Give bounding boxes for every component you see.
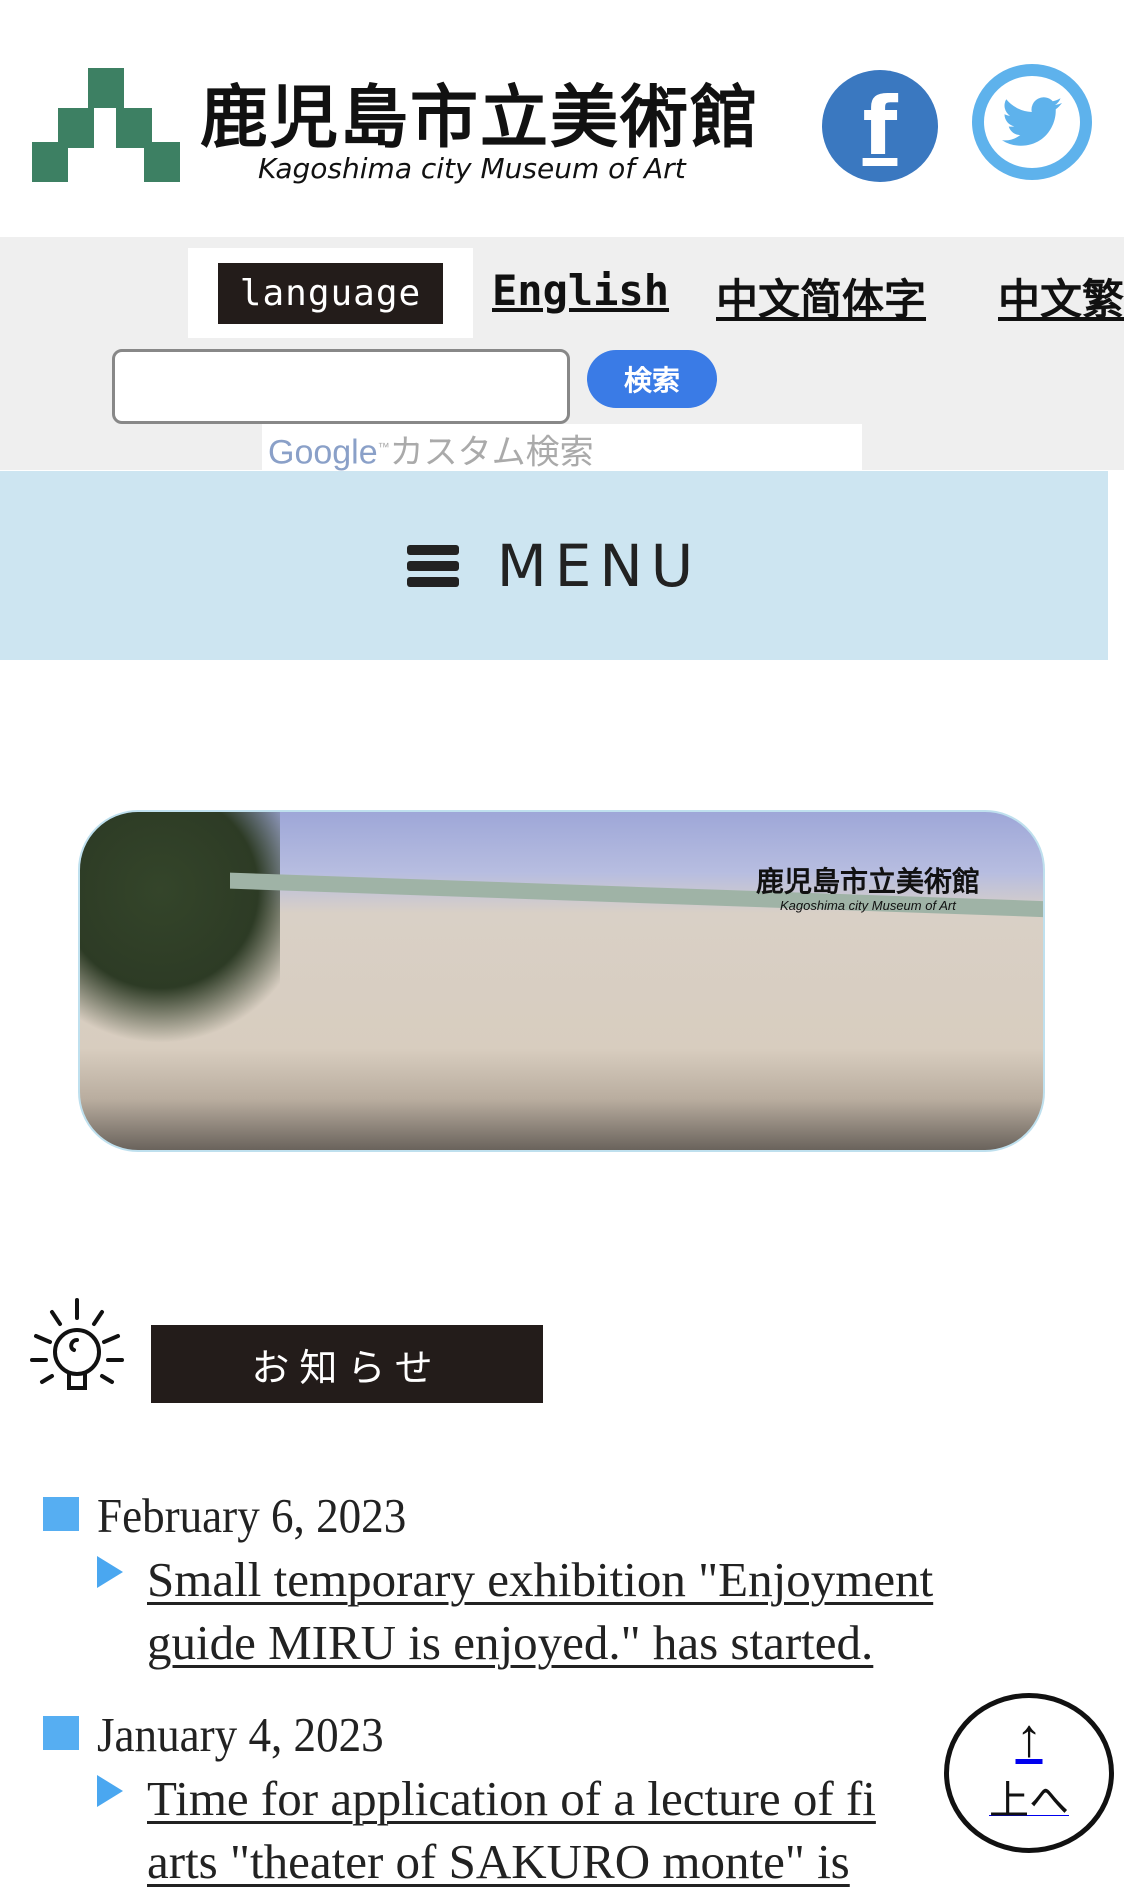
facebook-icon[interactable]: f xyxy=(822,70,938,182)
banner-subtitle: Kagoshima city Museum of Art xyxy=(780,898,956,913)
back-to-top-label: 上へ xyxy=(989,1779,1069,1823)
twitter-icon[interactable] xyxy=(972,64,1092,180)
notice-date: February 6, 2023 xyxy=(97,1488,407,1543)
museum-banner-image: 鹿児島市立美術館 Kagoshima city Museum of Art xyxy=(78,810,1045,1152)
search-input[interactable] xyxy=(112,349,570,424)
notices-heading: お知らせ xyxy=(151,1325,543,1403)
square-bullet-icon xyxy=(43,1716,79,1750)
search-button[interactable]: 検索 xyxy=(587,350,717,408)
twitter-bird-icon xyxy=(1002,97,1062,146)
menu-button[interactable]: MENU xyxy=(0,471,1108,660)
arrow-up-icon: ↑ xyxy=(1015,1708,1043,1768)
notice-link-line: arts "theater of SAKURO monte" is xyxy=(147,1834,850,1887)
menu-label: MENU xyxy=(496,531,702,600)
back-to-top-button[interactable]: ↑ 上へ xyxy=(944,1693,1114,1853)
notice-link-line: guide MIRU is enjoyed." has started. xyxy=(147,1615,874,1670)
language-traditional-chinese[interactable]: 中文繁 xyxy=(998,266,1124,327)
notice-link-line: Small temporary exhibition "Enjoyment xyxy=(147,1552,934,1607)
language-simplified-chinese[interactable]: 中文简体字 xyxy=(716,266,926,327)
facebook-glyph: f xyxy=(862,79,898,173)
notice-date: January 4, 2023 xyxy=(97,1707,384,1762)
triangle-bullet-icon xyxy=(97,1556,123,1588)
language-english[interactable]: English xyxy=(492,266,669,315)
site-header: 鹿児島市立美術館 Kagoshima city Museum of Art f xyxy=(0,0,1124,237)
notice-link[interactable]: Small temporary exhibition "Enjoyment gui… xyxy=(147,1548,1047,1674)
banner-title: 鹿児島市立美術館 xyxy=(756,866,981,897)
notice-link-line: Time for application of a lecture of fi xyxy=(147,1771,876,1826)
lightbulb-icon xyxy=(30,1298,124,1390)
site-title: 鹿児島市立美術館 xyxy=(200,79,761,158)
hamburger-icon xyxy=(406,544,459,587)
google-logo: Google xyxy=(268,433,378,472)
custom-search-text: カスタム検索 xyxy=(389,433,594,472)
square-bullet-icon xyxy=(43,1497,79,1531)
triangle-bullet-icon xyxy=(97,1775,123,1807)
site-subtitle: Kagoshima city Museum of Art xyxy=(258,152,686,185)
notice-link[interactable]: Time for application of a lecture of fi a… xyxy=(147,1767,1047,1887)
google-custom-search-label: Google™カスタム検索 xyxy=(262,424,862,472)
language-label: language xyxy=(188,248,473,338)
language-label-text: language xyxy=(217,262,444,324)
